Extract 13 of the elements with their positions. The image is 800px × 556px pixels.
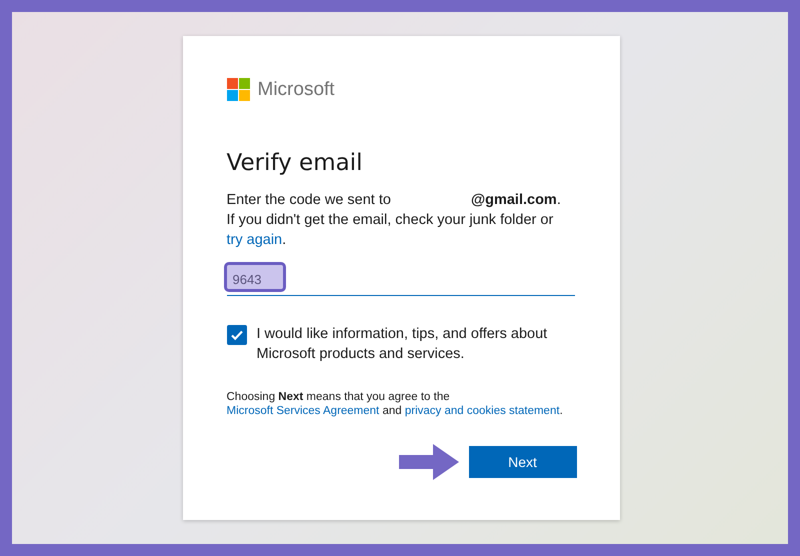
brand-name: Microsoft <box>258 79 335 101</box>
checkmark-icon <box>230 328 244 342</box>
terms-text: Choosing Next means that you agree to the Microsoft Services Agreement and privacy and cookies statement. <box>226 390 564 418</box>
consent-checkbox[interactable] <box>226 325 246 345</box>
services-agreement-link[interactable]: Microsoft Services Agreement <box>226 405 380 417</box>
try-again-link[interactable]: try again <box>226 232 282 248</box>
consent-label: I would like information, tips, and offers about Microsoft products and services. <box>256 325 548 364</box>
privacy-statement-link[interactable]: privacy and cookies statement <box>404 405 560 417</box>
next-button[interactable]: Next <box>468 446 576 478</box>
logo-icon <box>226 78 250 102</box>
code-input-field[interactable]: 9643 <box>226 264 574 296</box>
page-heading: Verify email <box>226 150 364 176</box>
instructions-text: Enter the code we sent to @gmail.com. If you didn't get the email, check your junk folder or try again. <box>226 191 562 250</box>
